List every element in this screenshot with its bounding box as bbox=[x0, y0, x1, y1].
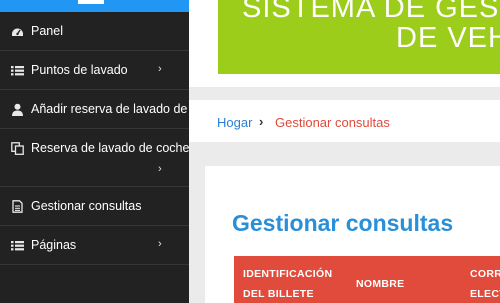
sidebar-item-reserva-de-lavado[interactable]: Reserva de lavado de coches › bbox=[0, 129, 189, 187]
sidebar-item-gestionar-consultas[interactable]: Gestionar consultas bbox=[0, 187, 189, 226]
list-icon bbox=[11, 64, 24, 77]
banner-card: SISTEMA DE GES DE VEH bbox=[189, 0, 500, 87]
sidebar-item-label: Panel bbox=[31, 24, 63, 38]
banner-title-line2: DE VEH bbox=[396, 22, 500, 54]
sidebar: Panel Puntos de lavado › Añadir reserva … bbox=[0, 0, 189, 303]
site-banner: SISTEMA DE GES DE VEH bbox=[218, 0, 500, 74]
chevron-right-icon: › bbox=[158, 238, 162, 250]
sidebar-item-label: Gestionar consultas bbox=[31, 199, 142, 213]
user-icon bbox=[11, 103, 24, 116]
page-title: Gestionar consultas bbox=[232, 210, 454, 236]
sidebar-item-label: Páginas bbox=[31, 238, 77, 252]
list-icon bbox=[11, 239, 24, 252]
chevron-right-icon: › bbox=[158, 63, 162, 75]
copy-icon bbox=[11, 142, 24, 155]
table-header: IDENTIFICACIÓN DEL BILLETE NOMBRE CORR E… bbox=[234, 256, 500, 303]
breadcrumb-home-link[interactable]: Hogar bbox=[217, 115, 252, 130]
chevron-right-icon: › bbox=[259, 114, 264, 129]
sidebar-item-label: Reserva de lavado de coches bbox=[31, 141, 189, 155]
column-header-email[interactable]: CORR ELECT bbox=[470, 264, 500, 303]
sidebar-menu: Panel Puntos de lavado › Añadir reserva … bbox=[0, 12, 189, 265]
column-header-ticket-id[interactable]: IDENTIFICACIÓN DEL BILLETE bbox=[243, 264, 332, 303]
consultas-card: Gestionar consultas IDENTIFICACIÓN DEL B… bbox=[205, 166, 500, 303]
document-icon bbox=[11, 200, 24, 213]
sidebar-item-panel[interactable]: Panel bbox=[0, 12, 189, 51]
sidebar-item-puntos-de-lavado[interactable]: Puntos de lavado › bbox=[0, 51, 189, 90]
sidebar-item-anadir-reserva[interactable]: Añadir reserva de lavado de auto bbox=[0, 90, 189, 129]
sidebar-header-notch bbox=[78, 0, 104, 4]
main-content: SISTEMA DE GES DE VEH Hogar › Gestionar … bbox=[189, 0, 500, 303]
breadcrumb-current: Gestionar consultas bbox=[275, 115, 390, 130]
chevron-right-icon: › bbox=[158, 163, 162, 175]
breadcrumb: Hogar › Gestionar consultas bbox=[189, 100, 500, 142]
sidebar-item-paginas[interactable]: Páginas › bbox=[0, 226, 189, 265]
column-header-name[interactable]: NOMBRE bbox=[356, 274, 404, 294]
dashboard-icon bbox=[11, 25, 24, 38]
sidebar-header-bar bbox=[0, 0, 189, 12]
sidebar-item-label: Puntos de lavado bbox=[31, 63, 128, 77]
sidebar-item-label: Añadir reserva de lavado de auto bbox=[31, 102, 189, 116]
